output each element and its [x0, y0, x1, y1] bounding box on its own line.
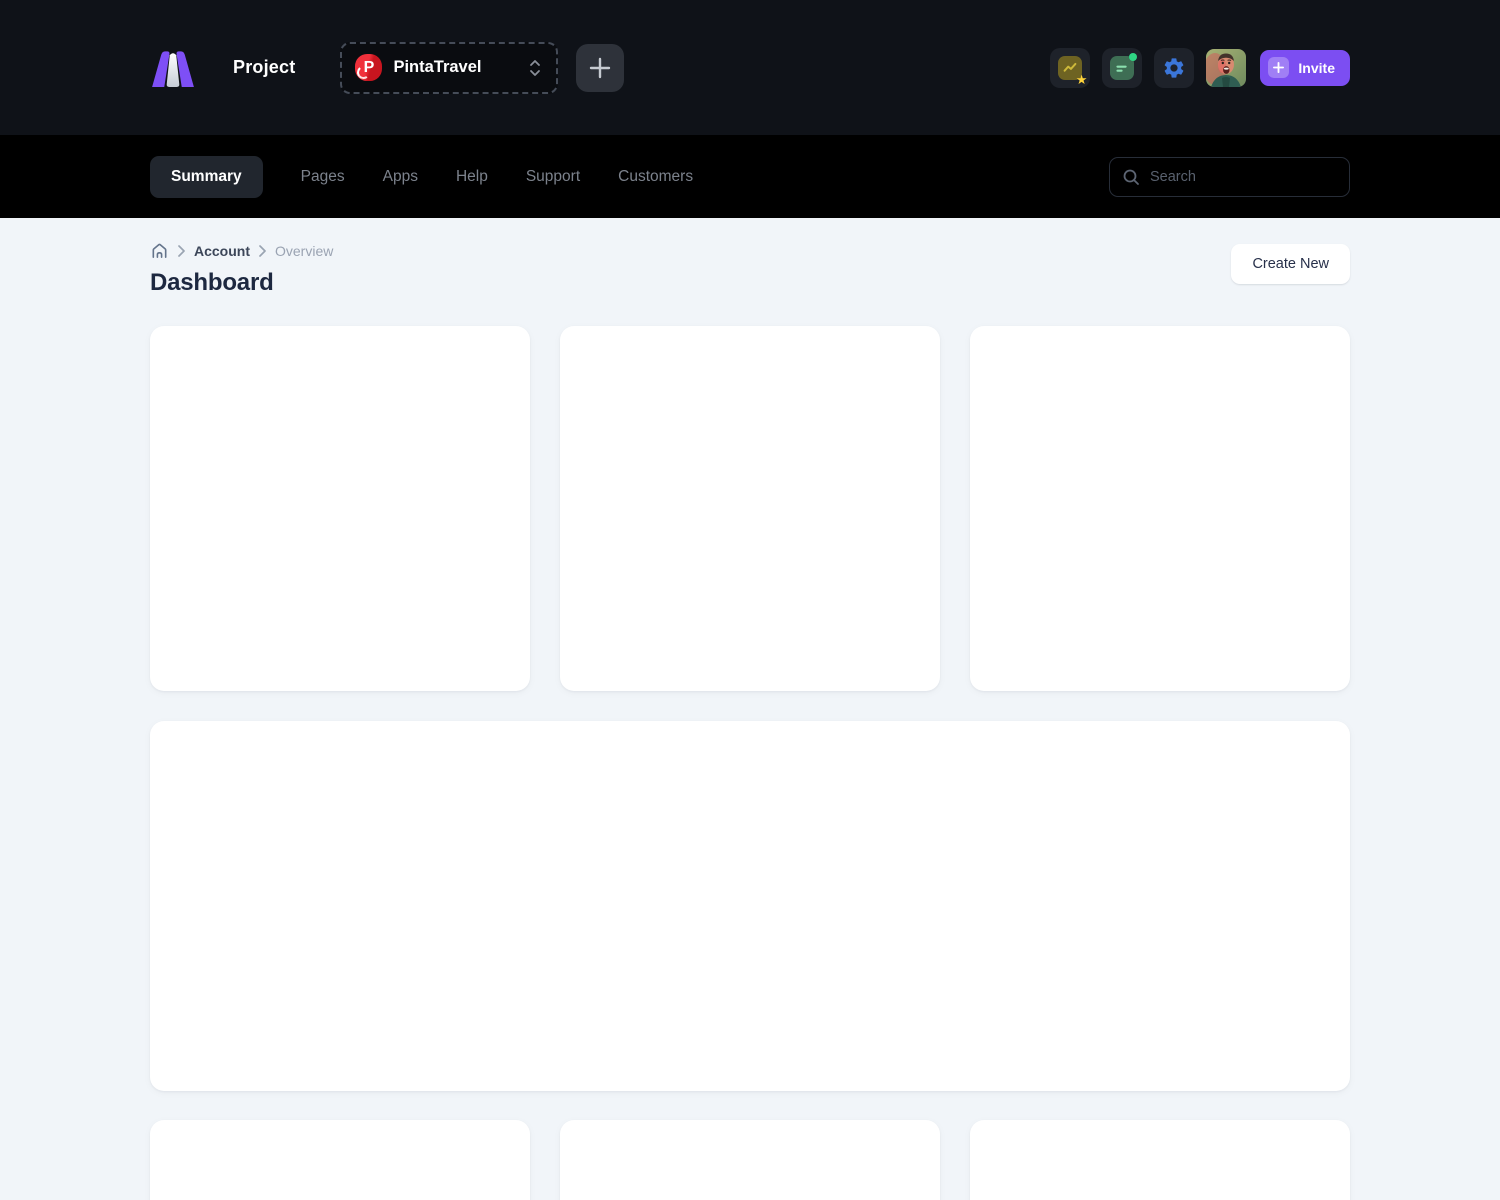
avatar-photo-icon: [1206, 49, 1246, 87]
plus-icon: [1268, 57, 1289, 78]
invite-button[interactable]: Invite: [1260, 50, 1350, 86]
project-selector-value: PintaTravel: [393, 58, 516, 77]
project-selector[interactable]: P PintaTravel: [340, 42, 558, 94]
chevron-right-icon: [259, 245, 266, 257]
page-title: Dashboard: [150, 269, 333, 297]
settings-gear-icon: [1162, 56, 1186, 80]
nav-tabs: Summary Pages Apps Help Support Customer…: [150, 156, 693, 198]
tab-summary[interactable]: Summary: [150, 156, 263, 198]
notes-icon: [1110, 56, 1134, 80]
analytics-icon: ★: [1058, 56, 1082, 80]
invite-label: Invite: [1298, 60, 1335, 76]
tab-customers[interactable]: Customers: [618, 156, 693, 198]
top-header: Project P PintaTravel ★: [0, 0, 1500, 135]
search-icon: [1122, 168, 1140, 186]
app-logo-icon: [150, 49, 196, 87]
brand-label: Project: [233, 57, 295, 78]
search-box[interactable]: [1109, 157, 1350, 197]
breadcrumb-overview: Overview: [275, 243, 333, 259]
dashboard-card-placeholder: [150, 1120, 530, 1200]
user-avatar[interactable]: [1206, 49, 1246, 87]
pintatravel-logo-icon: P: [355, 54, 382, 81]
add-project-button[interactable]: [576, 44, 624, 92]
chevron-up-down-icon: [527, 58, 543, 78]
create-new-button[interactable]: Create New: [1231, 244, 1350, 284]
tab-pages[interactable]: Pages: [301, 156, 345, 198]
analytics-button[interactable]: ★: [1050, 48, 1090, 88]
breadcrumb-account[interactable]: Account: [194, 243, 250, 259]
pintatravel-logo-letter: P: [364, 59, 375, 77]
bottom-card-row: [150, 1120, 1350, 1200]
dashboard-wide-card-placeholder: [150, 721, 1350, 1091]
notification-dot: [1129, 53, 1137, 61]
plus-icon: [589, 57, 611, 79]
dashboard-card-placeholder: [970, 1120, 1350, 1200]
primary-nav: Summary Pages Apps Help Support Customer…: [0, 135, 1500, 218]
notes-button[interactable]: [1102, 48, 1142, 88]
dashboard-card-placeholder: [970, 326, 1350, 691]
dashboard-card-placeholder: [150, 326, 530, 691]
dashboard-content: Account Overview Dashboard Create New: [0, 218, 1500, 1200]
tab-support[interactable]: Support: [526, 156, 580, 198]
settings-button[interactable]: [1154, 48, 1194, 88]
search-input[interactable]: [1150, 169, 1337, 185]
dashboard-card-placeholder: [560, 326, 940, 691]
chevron-right-icon: [178, 245, 185, 257]
home-icon[interactable]: [150, 241, 169, 260]
tab-help[interactable]: Help: [456, 156, 488, 198]
dashboard-card-placeholder: [560, 1120, 940, 1200]
top-card-row: [150, 326, 1350, 691]
star-icon: ★: [1076, 73, 1088, 86]
breadcrumb: Account Overview: [150, 241, 333, 260]
tab-apps[interactable]: Apps: [383, 156, 418, 198]
